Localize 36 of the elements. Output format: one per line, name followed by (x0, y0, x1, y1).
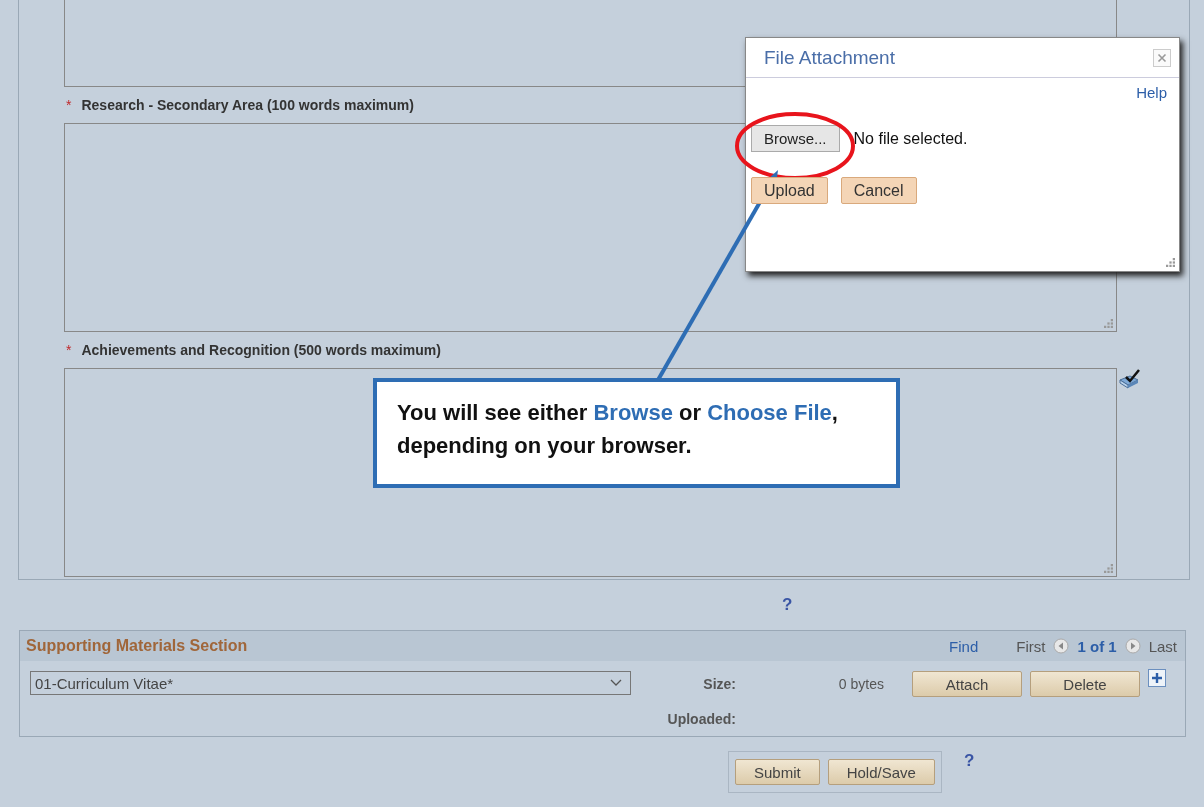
callout-text: You will see either Browse or Choose File, depending on your browser. (397, 399, 839, 460)
resize-grip-icon[interactable] (1104, 319, 1113, 328)
resize-grip-icon[interactable] (1166, 258, 1175, 267)
resize-grip-icon[interactable] (1104, 564, 1113, 573)
find-link[interactable]: Find (949, 637, 979, 655)
page-counter: 1 of 1 (1077, 637, 1117, 655)
action-button[interactable]: Submit (735, 759, 820, 785)
document-type-dropdown[interactable]: 01-Curriculum Vitae* (30, 671, 631, 695)
help-link[interactable]: ? (963, 751, 975, 771)
field-label: Achievements and Recognition (500 words maximum) (81, 342, 441, 358)
size-value: 0 bytes (837, 676, 884, 692)
file-status: No file selected. (853, 129, 968, 148)
required-mark: * (66, 342, 72, 358)
size-label: Size: (702, 676, 736, 692)
next-icon[interactable] (1124, 638, 1141, 654)
dialog-title: File Attachment (764, 46, 895, 69)
last-label: Last (1148, 637, 1177, 655)
attachment-button[interactable]: Attach (912, 671, 1022, 697)
spell-check-icon[interactable] (1118, 368, 1142, 390)
uploaded-label: Uploaded: (666, 710, 736, 727)
dialog-button[interactable]: Upload (751, 177, 828, 204)
help-link[interactable]: ? (782, 595, 793, 615)
field-label: Research - Secondary Area (100 words maximum) (81, 97, 414, 113)
add-row-icon[interactable] (1148, 669, 1166, 687)
first-label: First (1016, 637, 1046, 655)
previous-icon[interactable] (1053, 638, 1070, 654)
required-mark: * (66, 97, 72, 113)
action-button[interactable]: Hold/Save (827, 759, 935, 785)
attachment-button[interactable]: Delete (1030, 671, 1140, 697)
text-area[interactable] (64, 368, 1117, 577)
close-icon[interactable] (1153, 48, 1171, 67)
browse-button[interactable]: Browse... (751, 125, 840, 152)
chevron-down-icon[interactable] (610, 679, 622, 687)
section-title: Supporting Materials Section (26, 637, 249, 655)
dialog-button[interactable]: Cancel (840, 177, 917, 204)
help-link[interactable]: Help (1136, 84, 1167, 101)
